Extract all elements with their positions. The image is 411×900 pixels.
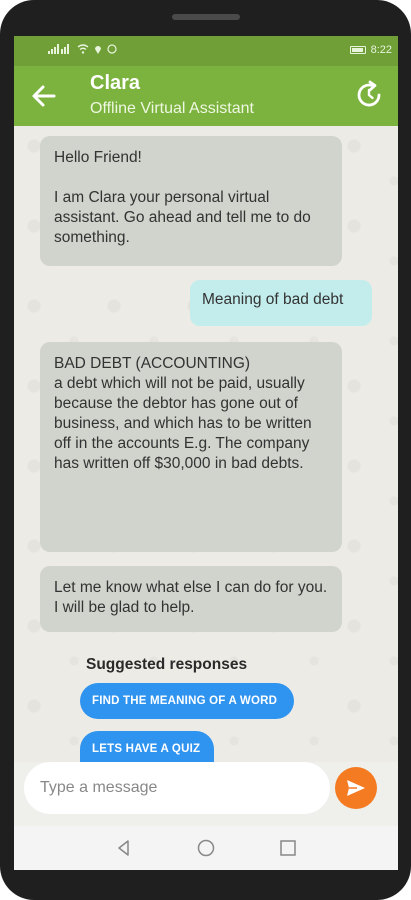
- nav-back-button[interactable]: [114, 838, 134, 858]
- nav-home-icon: [197, 839, 215, 857]
- app-bar: Clara Offline Virtual Assistant: [14, 66, 398, 126]
- speaker-grille: [172, 14, 240, 20]
- system-nav-bar: [14, 826, 398, 870]
- message-text: Meaning of bad debt: [202, 291, 344, 308]
- chat-title: Clara: [90, 72, 141, 94]
- nav-back-icon: [118, 840, 129, 856]
- bot-message-greeting: Hello Friend! I am Clara your personal v…: [40, 136, 342, 266]
- whatsapp-icon: [107, 44, 117, 54]
- suggestion-chip-quiz[interactable]: LETS HAVE A QUIZ: [80, 731, 214, 762]
- status-bar: 8:22: [14, 36, 398, 66]
- nav-recents-icon: [280, 840, 296, 856]
- composer-row: [14, 762, 398, 826]
- status-icons-right: 8:22: [349, 44, 392, 56]
- chat-subtitle: Offline Virtual Assistant: [90, 100, 254, 117]
- nav-home-button[interactable]: [196, 838, 216, 858]
- message-text: Hello Friend!: [54, 149, 142, 166]
- send-button[interactable]: [335, 767, 377, 809]
- suggestion-chip-meaning[interactable]: FIND THE MEANING OF A WORD: [80, 683, 294, 719]
- user-message: Meaning of bad debt: [190, 280, 372, 326]
- status-icons-left: [48, 44, 117, 54]
- send-icon: [347, 780, 365, 796]
- suggested-responses-label: Suggested responses: [86, 656, 248, 673]
- signal-icon: [48, 44, 69, 54]
- message-input[interactable]: [24, 762, 330, 814]
- wifi-icon: [77, 44, 89, 54]
- bot-message-definition: BAD DEBT (ACCOUNTING) a debt which will …: [40, 342, 342, 552]
- refresh-icon: [357, 80, 381, 107]
- bot-message-followup: Let me know what else I can do for you. …: [40, 566, 342, 632]
- app-screen: 8:22 Clara Offline Virtual Assistant Hel…: [14, 36, 398, 870]
- refresh-button[interactable]: [354, 80, 384, 110]
- message-text: I am Clara your personal virtual assista…: [54, 189, 311, 246]
- message-text: Let me know what else I can do for you. …: [54, 579, 328, 616]
- status-time: 8:22: [370, 44, 392, 56]
- phone-frame: 8:22 Clara Offline Virtual Assistant Hel…: [0, 0, 411, 900]
- location-icon: [95, 46, 101, 54]
- nav-recents-button[interactable]: [278, 838, 298, 858]
- back-button[interactable]: [30, 82, 58, 110]
- message-text: BAD DEBT (ACCOUNTING) a debt which will …: [54, 355, 312, 472]
- back-arrow-icon: [32, 85, 56, 107]
- chat-area[interactable]: Hello Friend! I am Clara your personal v…: [14, 126, 398, 762]
- battery-icon: [349, 46, 366, 54]
